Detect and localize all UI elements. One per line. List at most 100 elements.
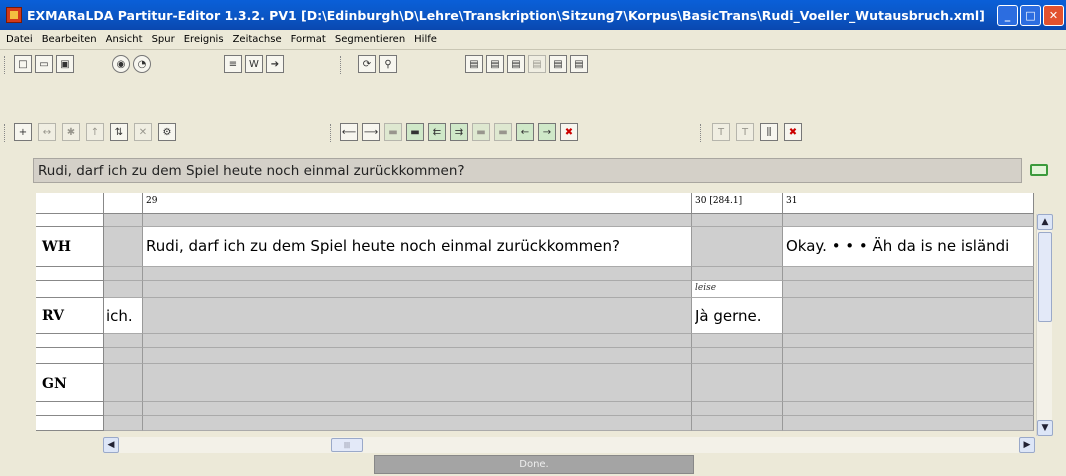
timeline-delete-icon[interactable]: ✖	[784, 123, 802, 141]
event-cell[interactable]	[692, 227, 783, 267]
toolbar-grip[interactable]	[700, 124, 703, 142]
menu-ereignis[interactable]: Ereignis	[184, 34, 224, 45]
tier-label-rv[interactable]: RV	[36, 298, 104, 334]
timeline-icon-3[interactable]: ⫼	[760, 123, 778, 141]
event-cell[interactable]	[783, 214, 1034, 227]
extend-right-icon[interactable]: ⇉	[450, 123, 468, 141]
new-icon[interactable]: □	[14, 55, 32, 73]
event-cell[interactable]	[143, 267, 692, 281]
menu-hilfe[interactable]: Hilfe	[414, 34, 437, 45]
tier-icon-5[interactable]: ▤	[549, 55, 567, 73]
event-cell[interactable]	[143, 348, 692, 364]
event-cell[interactable]	[692, 334, 783, 348]
event-cell[interactable]	[692, 267, 783, 281]
event-cell[interactable]	[783, 364, 1034, 402]
menu-bearbeiten[interactable]: Bearbeiten	[42, 34, 97, 45]
tier-props-icon[interactable]: ⚙	[158, 123, 176, 141]
event-cell[interactable]	[783, 281, 1034, 298]
event-cell[interactable]	[783, 416, 1034, 431]
document-icon[interactable]: ≡	[224, 55, 242, 73]
app-icon[interactable]	[6, 7, 22, 23]
event-cell[interactable]	[143, 416, 692, 431]
timeline-icon-2[interactable]: T	[736, 123, 754, 141]
event-cell[interactable]	[692, 364, 783, 402]
open-icon[interactable]: ▭	[35, 55, 53, 73]
event-cell-rv-28[interactable]: ich.	[104, 298, 143, 334]
event-cell[interactable]	[104, 267, 143, 281]
merge-icon[interactable]: ▬	[384, 123, 402, 141]
timeline-cell-31[interactable]: 31	[783, 193, 1034, 214]
event-cell[interactable]	[783, 298, 1034, 334]
shift-right-icon[interactable]: ⟶	[362, 123, 380, 141]
event-cell[interactable]	[104, 416, 143, 431]
close-button[interactable]: ✕	[1043, 4, 1064, 26]
event-cell[interactable]	[143, 281, 692, 298]
event-cell-annotation[interactable]: leise	[692, 281, 783, 298]
shrink-left-icon[interactable]: ▬	[472, 123, 490, 141]
menu-ansicht[interactable]: Ansicht	[106, 34, 143, 45]
split-icon[interactable]: ▬	[406, 123, 424, 141]
event-cell[interactable]	[104, 402, 143, 416]
event-cell[interactable]	[104, 281, 143, 298]
event-cell[interactable]	[104, 348, 143, 364]
timeline-cell-30[interactable]: 30 [284.1]	[692, 193, 783, 214]
speaker-icon[interactable]: ◉	[112, 55, 130, 73]
event-cell[interactable]	[104, 334, 143, 348]
tier-up-icon[interactable]: ↑	[86, 123, 104, 141]
comment-icon[interactable]: ◔	[133, 55, 151, 73]
tier-insert-icon[interactable]: ⇅	[110, 123, 128, 141]
export-icon[interactable]: ➔	[266, 55, 284, 73]
move-right-icon[interactable]: →	[538, 123, 556, 141]
move-tier-icon[interactable]: ↔	[38, 123, 56, 141]
event-cell[interactable]	[783, 402, 1034, 416]
delete-event-icon[interactable]: ✖	[560, 123, 578, 141]
tier-delete-icon[interactable]: ✕	[134, 123, 152, 141]
event-cell[interactable]	[104, 364, 143, 402]
add-tier-icon[interactable]: +	[14, 123, 32, 141]
event-cell[interactable]	[143, 364, 692, 402]
tier-icon-2[interactable]: ▤	[486, 55, 504, 73]
horizontal-scroll-thumb[interactable]: |||	[331, 438, 363, 452]
move-left-icon[interactable]: ←	[516, 123, 534, 141]
horizontal-scrollbar[interactable]: ◀ ||| ▶	[103, 437, 1035, 453]
event-cell[interactable]	[104, 227, 143, 267]
event-cell-rv-30[interactable]: Jà gerne.	[692, 298, 783, 334]
refresh-icon[interactable]: ⟳	[358, 55, 376, 73]
event-cell[interactable]	[692, 402, 783, 416]
event-cell[interactable]	[692, 416, 783, 431]
toolbar-grip[interactable]	[330, 124, 333, 142]
scroll-right-icon[interactable]: ▶	[1019, 437, 1035, 453]
remove-tier-icon[interactable]: ✱	[62, 123, 80, 141]
event-cell[interactable]	[783, 267, 1034, 281]
toolbar-grip[interactable]	[340, 56, 343, 74]
save-icon[interactable]: ▣	[56, 55, 74, 73]
menu-spur[interactable]: Spur	[152, 34, 175, 45]
vertical-scroll-thumb[interactable]	[1038, 232, 1052, 322]
scroll-down-icon[interactable]: ▼	[1037, 420, 1053, 436]
tier-icon-6[interactable]: ▤	[570, 55, 588, 73]
menu-datei[interactable]: Datei	[6, 34, 33, 45]
event-cell[interactable]	[143, 214, 692, 227]
event-cell[interactable]	[783, 334, 1034, 348]
tier-label-gn[interactable]: GN	[36, 364, 104, 402]
toolbar-grip[interactable]	[4, 124, 7, 142]
search-icon[interactable]: ⚲	[379, 55, 397, 73]
scroll-left-icon[interactable]: ◀	[103, 437, 119, 453]
menu-format[interactable]: Format	[291, 34, 326, 45]
tier-icon-4[interactable]: ▤	[528, 55, 546, 73]
toolbar-grip[interactable]	[4, 56, 7, 74]
timeline-icon-1[interactable]: T	[712, 123, 730, 141]
event-cell[interactable]	[692, 348, 783, 364]
menu-zeitachse[interactable]: Zeitachse	[233, 34, 282, 45]
vertical-scrollbar[interactable]: ▲ ▼	[1036, 214, 1053, 436]
shift-left-icon[interactable]: ⟵	[340, 123, 358, 141]
scroll-up-icon[interactable]: ▲	[1037, 214, 1053, 230]
event-cell-wh-29[interactable]: Rudi, darf ich zu dem Spiel heute noch e…	[143, 227, 692, 267]
timeline-cell-28[interactable]	[104, 193, 143, 214]
event-cell-wh-31[interactable]: Okay. • • • Äh da is ne isländi	[783, 227, 1034, 267]
minimize-button[interactable]: _	[997, 4, 1018, 26]
event-cell[interactable]	[783, 348, 1034, 364]
segment-text-field[interactable]: Rudi, darf ich zu dem Spiel heute noch e…	[33, 158, 1022, 183]
word-icon[interactable]: W	[245, 55, 263, 73]
timeline-cell-29[interactable]: 29	[143, 193, 692, 214]
